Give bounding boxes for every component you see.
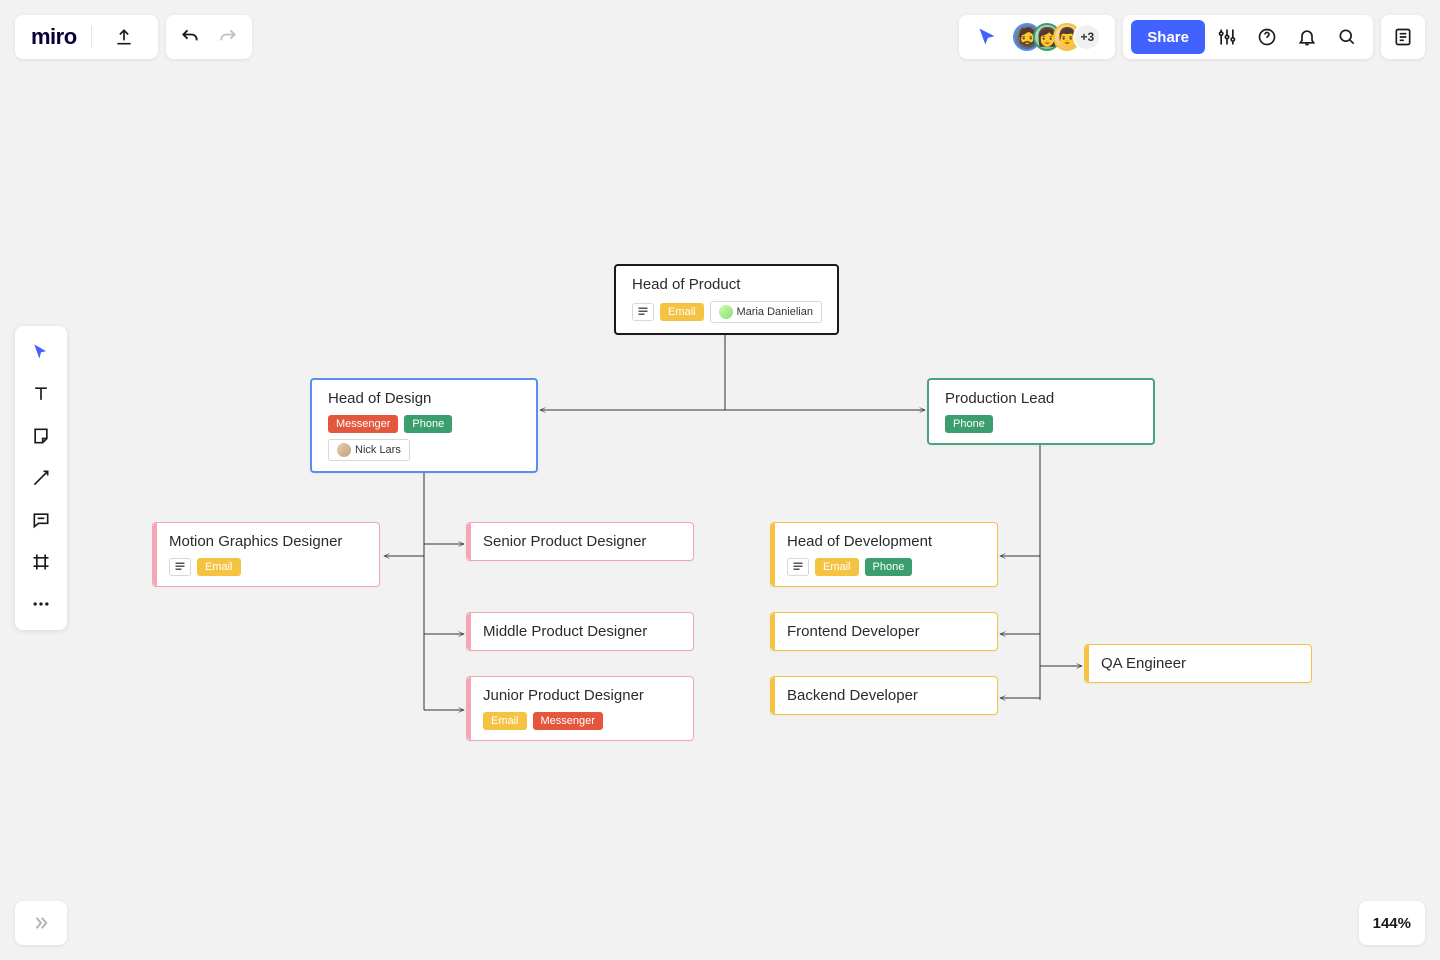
assignee-name: Nick Lars <box>355 444 401 456</box>
node-title: Senior Product Designer <box>483 533 679 550</box>
tool-text[interactable] <box>21 374 61 414</box>
tool-select[interactable] <box>21 332 61 372</box>
assignee-name: Maria Danielian <box>737 306 813 318</box>
collaborator-avatars[interactable]: 🧔 👩 👨 +3 <box>1013 23 1101 51</box>
tag-phone: Phone <box>945 415 993 433</box>
node-title: Frontend Developer <box>787 623 983 640</box>
tag-email: Email <box>197 558 241 576</box>
node-title: Head of Development <box>787 533 983 550</box>
node-title: Production Lead <box>945 390 1139 407</box>
node-title: Backend Developer <box>787 687 983 704</box>
node-frontend-developer[interactable]: Frontend Developer <box>770 612 998 651</box>
expand-toolbar-button[interactable] <box>15 901 67 945</box>
tool-frame[interactable] <box>21 542 61 582</box>
tool-more[interactable] <box>21 584 61 624</box>
search-button[interactable] <box>1329 19 1365 55</box>
divider <box>91 26 92 48</box>
tag-phone: Phone <box>404 415 452 433</box>
node-title: Head of Product <box>632 276 823 293</box>
export-button[interactable] <box>106 19 142 55</box>
node-motion-graphics[interactable]: Motion Graphics Designer Email <box>152 522 380 587</box>
zoom-level[interactable]: 144% <box>1359 901 1425 945</box>
miro-logo: miro <box>31 24 77 50</box>
node-junior-product-designer[interactable]: Junior Product Designer Email Messenger <box>466 676 694 741</box>
avatar-overflow[interactable]: +3 <box>1073 23 1101 51</box>
tag-email: Email <box>660 303 704 321</box>
tag-email: Email <box>815 558 859 576</box>
canvas[interactable]: Head of Product Email Maria Danielian He… <box>0 0 1440 960</box>
node-title: Middle Product Designer <box>483 623 679 640</box>
node-head-of-design[interactable]: Head of Design Messenger Phone Nick Lars <box>310 378 538 473</box>
description-icon <box>169 558 191 576</box>
node-title: Head of Design <box>328 390 522 407</box>
description-icon <box>787 558 809 576</box>
node-senior-product-designer[interactable]: Senior Product Designer <box>466 522 694 561</box>
tag-phone: Phone <box>865 558 913 576</box>
tag-messenger: Messenger <box>328 415 398 433</box>
node-middle-product-designer[interactable]: Middle Product Designer <box>466 612 694 651</box>
notifications-button[interactable] <box>1289 19 1325 55</box>
assignee-chip: Maria Danielian <box>710 301 822 323</box>
tag-email: Email <box>483 712 527 730</box>
tool-comment[interactable] <box>21 500 61 540</box>
tool-connection-line[interactable] <box>21 458 61 498</box>
cursor-tracking-button[interactable] <box>969 19 1005 55</box>
node-title: Junior Product Designer <box>483 687 679 704</box>
node-production-lead[interactable]: Production Lead Phone <box>927 378 1155 445</box>
board-menu[interactable]: miro <box>15 15 158 59</box>
description-icon <box>632 303 654 321</box>
undo-button[interactable] <box>172 19 208 55</box>
collaborators-block: 🧔 👩 👨 +3 <box>959 15 1115 59</box>
node-backend-developer[interactable]: Backend Developer <box>770 676 998 715</box>
notes-panel-button[interactable] <box>1381 15 1425 59</box>
redo-button[interactable] <box>210 19 246 55</box>
tag-messenger: Messenger <box>533 712 603 730</box>
help-button[interactable] <box>1249 19 1285 55</box>
node-title: QA Engineer <box>1101 655 1297 672</box>
node-qa-engineer[interactable]: QA Engineer <box>1084 644 1312 683</box>
settings-button[interactable] <box>1209 19 1245 55</box>
assignee-chip: Nick Lars <box>328 439 410 461</box>
node-title: Motion Graphics Designer <box>169 533 365 550</box>
zoom-label: 144% <box>1373 915 1411 932</box>
tool-sticky-note[interactable] <box>21 416 61 456</box>
share-button[interactable]: Share <box>1131 20 1205 54</box>
node-head-of-product[interactable]: Head of Product Email Maria Danielian <box>614 264 839 335</box>
tools-toolbar <box>15 326 67 630</box>
node-head-of-development[interactable]: Head of Development Email Phone <box>770 522 998 587</box>
